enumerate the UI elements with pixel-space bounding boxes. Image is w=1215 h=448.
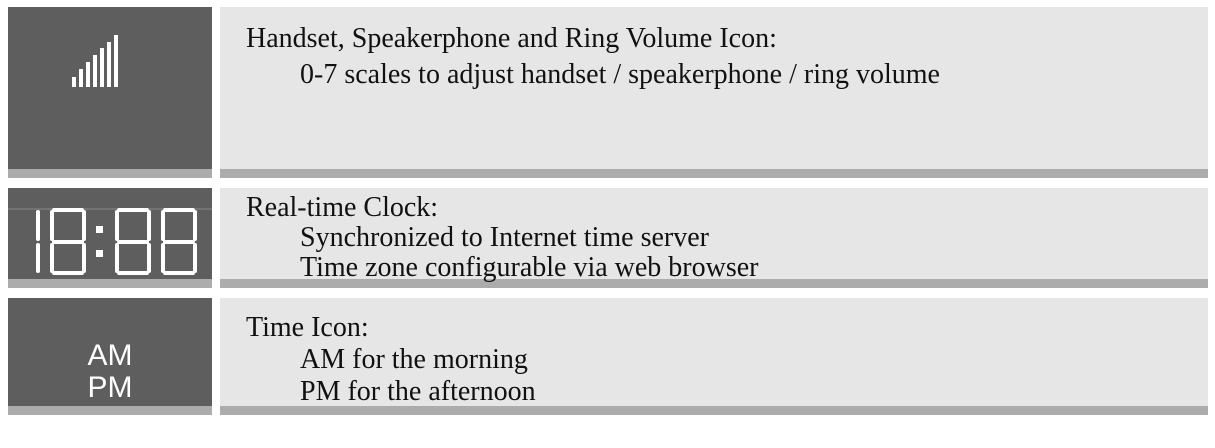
table-row: Handset, Speakerphone and Ring Volume Ic… — [8, 7, 1208, 178]
am-pm-icon: AM PM — [8, 298, 212, 406]
description-cell: Real-time Clock: Synchronized to Interne… — [220, 188, 1208, 288]
feature-title: Real-time Clock: — [246, 192, 439, 223]
feature-detail: Synchronized to Internet time server — [300, 222, 709, 253]
feature-detail: Time zone configurable via web browser — [300, 252, 759, 283]
feature-title: Time Icon: — [246, 312, 369, 343]
feature-detail: AM for the morning — [300, 344, 528, 375]
seven-segment-clock-icon — [8, 208, 212, 275]
table-row: AM PM Time Icon: AM for the morning PM f… — [8, 298, 1208, 415]
feature-table: Handset, Speakerphone and Ring Volume Ic… — [8, 7, 1208, 415]
icon-cell — [8, 7, 212, 178]
am-label: AM — [87, 339, 133, 372]
description-cell: Time Icon: AM for the morning PM for the… — [220, 298, 1208, 415]
icon-cell — [8, 188, 212, 288]
feature-title: Handset, Speakerphone and Ring Volume Ic… — [246, 23, 777, 54]
description-cell: Handset, Speakerphone and Ring Volume Ic… — [220, 7, 1208, 178]
feature-detail: 0-7 scales to adjust handset / speakerph… — [300, 59, 940, 90]
volume-bars-icon — [72, 35, 118, 87]
pm-label: PM — [87, 371, 133, 404]
icon-cell: AM PM — [8, 298, 212, 415]
table-row: Real-time Clock: Synchronized to Interne… — [8, 188, 1208, 288]
feature-detail: PM for the afternoon — [300, 376, 536, 407]
